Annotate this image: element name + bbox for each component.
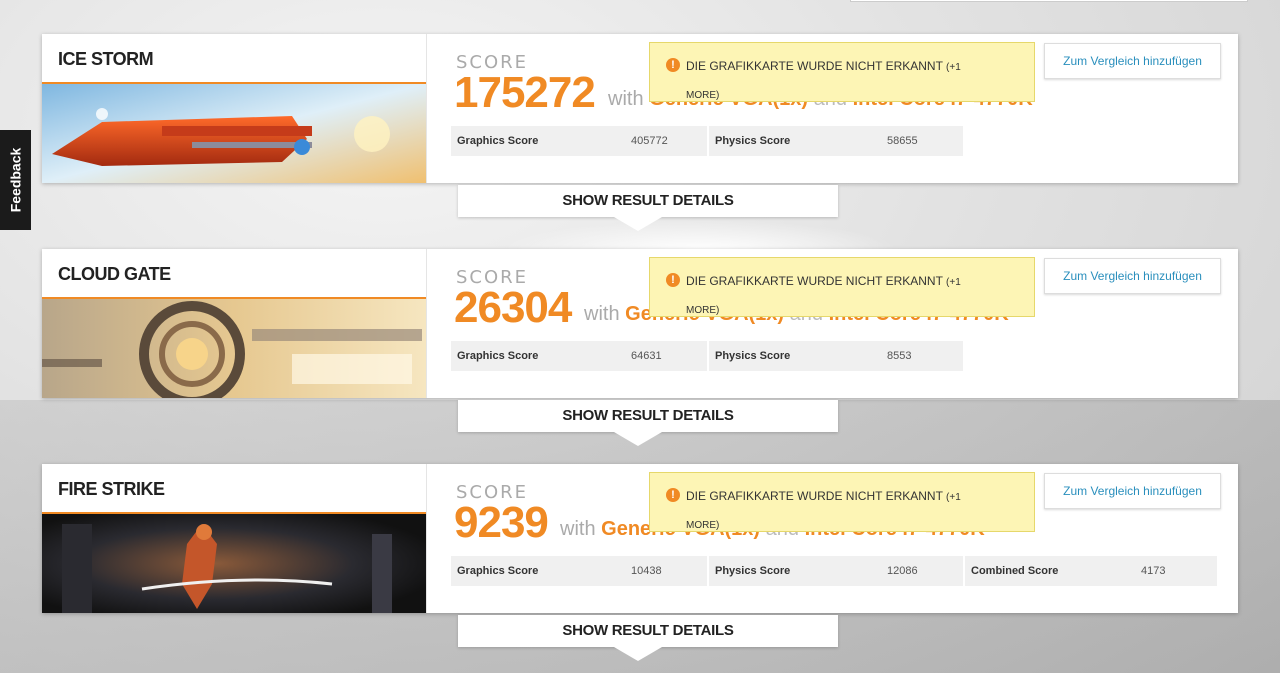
benchmark-image-ice-storm [42,84,426,183]
benchmark-card-cloud-gate: CLOUD GATE SCORE 26304 with Generic VGA(… [42,249,1238,398]
warning-more: (+1 [946,277,961,288]
subscore-label: Graphics Score [457,350,539,362]
warning-more: MORE) [686,90,720,101]
exclamation-icon: ! [666,488,680,502]
benchmark-name: CLOUD GATE [58,264,171,284]
subscore-physics: Physics Score 8553 [709,341,963,371]
subscore-label: Combined Score [971,565,1059,577]
score-value: 26304 [454,283,572,332]
subscore-physics: Physics Score 12086 [709,556,963,586]
warning-text: DIE GRAFIKKARTE WURDE NICHT ERKANNT [686,489,943,503]
subscore-combined: Combined Score 4173 [965,556,1217,586]
show-result-details-button[interactable]: SHOW RESULT DETAILS [458,615,838,647]
card-divider [426,34,427,183]
subscore-value: 12086 [887,565,918,577]
add-to-compare-button[interactable]: Zum Vergleich hinzufügen [1044,473,1221,509]
with-text: with [584,303,620,325]
subscore-label: Graphics Score [457,135,539,147]
warning-more: MORE) [686,520,720,531]
feedback-label: Feedback [7,147,24,213]
subscores: Graphics Score 10438 Physics Score 12086… [451,556,1219,586]
subscore-label: Physics Score [715,135,791,147]
subscore-value: 4173 [1141,565,1166,577]
subscore-graphics: Graphics Score 405772 [451,126,707,156]
card-divider [426,464,427,613]
subscore-value: 10438 [631,565,662,577]
benchmark-image-cloud-gate [42,299,426,398]
details-arrow-icon [614,217,662,231]
subscores: Graphics Score 405772 Physics Score 5865… [451,126,965,156]
warning-text: DIE GRAFIKKARTE WURDE NICHT ERKANNT [686,274,943,288]
subscore-physics: Physics Score 58655 [709,126,963,156]
exclamation-icon: ! [666,58,680,72]
subscore-value: 64631 [631,350,662,362]
subscore-label: Physics Score [715,565,791,577]
show-result-details-button[interactable]: SHOW RESULT DETAILS [458,185,838,217]
subscore-value: 405772 [631,135,668,147]
add-to-compare-button[interactable]: Zum Vergleich hinzufügen [1044,43,1221,79]
add-to-compare-button[interactable]: Zum Vergleich hinzufügen [1044,258,1221,294]
details-arrow-icon [614,647,662,661]
details-arrow-icon [614,432,662,446]
with-text: with [608,88,644,110]
benchmark-card-fire-strike: FIRE STRIKE SCORE 9239 with Generic VGA(… [42,464,1238,613]
gpu-not-recognized-warning[interactable]: ! DIE GRAFIKKARTE WURDE NICHT ERKANNT (+… [649,42,1035,102]
benchmark-title-bar: ICE STORM [42,34,426,84]
score-value: 175272 [454,68,596,117]
subscore-value: 8553 [887,350,912,362]
subscore-graphics: Graphics Score 64631 [451,341,707,371]
gpu-not-recognized-warning[interactable]: ! DIE GRAFIKKARTE WURDE NICHT ERKANNT (+… [649,472,1035,532]
subscore-value: 58655 [887,135,918,147]
warning-more: (+1 [946,62,961,73]
subscore-label: Graphics Score [457,565,539,577]
subscores: Graphics Score 64631 Physics Score 8553 [451,341,965,371]
benchmark-image-fire-strike [42,514,426,613]
show-result-details-button[interactable]: SHOW RESULT DETAILS [458,400,838,432]
subscore-label: Physics Score [715,350,791,362]
with-text: with [560,518,596,540]
warning-more: MORE) [686,305,720,316]
score-value: 9239 [454,498,549,547]
benchmark-card-ice-storm: ICE STORM SCORE 175272 with Generic VGA(… [42,34,1238,183]
exclamation-icon: ! [666,273,680,287]
top-panel-edge [850,0,1248,2]
card-divider [426,249,427,398]
gpu-not-recognized-warning[interactable]: ! DIE GRAFIKKARTE WURDE NICHT ERKANNT (+… [649,257,1035,317]
feedback-tab[interactable]: Feedback [0,130,31,230]
warning-more: (+1 [946,492,961,503]
benchmark-title-bar: CLOUD GATE [42,249,426,299]
subscore-graphics: Graphics Score 10438 [451,556,707,586]
benchmark-title-bar: FIRE STRIKE [42,464,426,514]
benchmark-name: FIRE STRIKE [58,479,165,499]
benchmark-name: ICE STORM [58,49,154,69]
warning-text: DIE GRAFIKKARTE WURDE NICHT ERKANNT [686,59,943,73]
